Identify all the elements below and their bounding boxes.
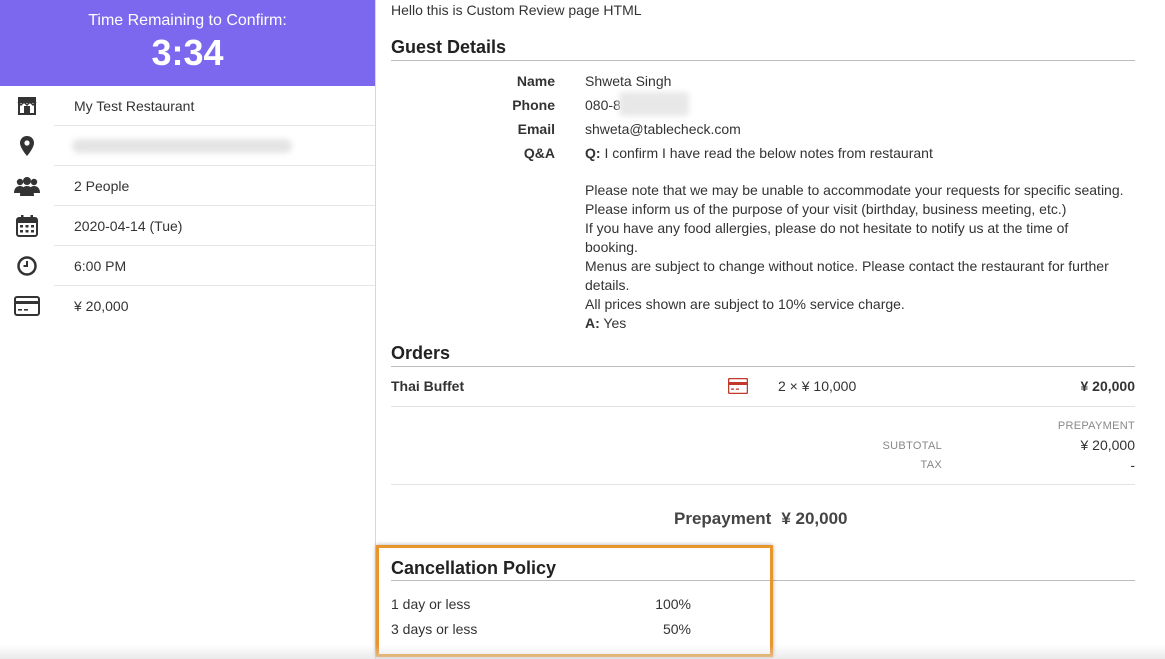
guest-phone: 080-8 — [585, 97, 621, 113]
name-label: Name — [516, 73, 555, 89]
order-item-qty: 2 × ¥ 10,000 — [778, 378, 857, 394]
time-row: 6:00 PM — [17, 246, 375, 286]
people-icon — [0, 166, 54, 206]
question-prefix: Q: — [585, 145, 601, 161]
reservation-sidebar: Time Remaining to Confirm: 3:34 My Test … — [0, 0, 376, 659]
prepayment-column-label: PREPAYMENT — [1057, 420, 1135, 432]
orders-divider — [391, 366, 1135, 367]
reservation-time: 6:00 PM — [74, 258, 127, 274]
guest-details-title: Guest Details — [391, 37, 507, 57]
cancellation-policy-highlight — [376, 545, 773, 657]
qa-label: Q&A — [523, 145, 555, 161]
custom-html-text: Hello this is Custom Review page HTML — [391, 2, 642, 18]
note-line: All prices shown are subject to 10% serv… — [585, 296, 905, 312]
question-text: I confirm I have read the below notes fr… — [604, 145, 933, 161]
note-line: Please note that we may be unable to acc… — [585, 182, 1124, 198]
guest-name: Shweta Singh — [585, 73, 672, 89]
email-label: Email — [517, 121, 555, 137]
tax-value: - — [1130, 457, 1135, 473]
note-line: Menus are subject to change without noti… — [585, 258, 1109, 293]
timer-value: 3:34 — [151, 32, 224, 73]
store-icon — [0, 86, 54, 126]
subtotal-value: ¥ 20,000 — [1080, 437, 1136, 453]
order-item-name: Thai Buffet — [391, 378, 465, 394]
timer-label: Time Remaining to Confirm: — [88, 12, 287, 29]
restaurant-name: My Test Restaurant — [74, 98, 195, 114]
address-redacted — [72, 139, 292, 153]
note-line: If you have any food allergies, please d… — [585, 220, 1069, 255]
qa-question: Q: I confirm I have read the below notes… — [585, 145, 933, 161]
prepayment-card-icon — [727, 377, 749, 399]
confirm-timer: Time Remaining to Confirm: 3:34 — [0, 0, 375, 86]
bottom-edge-shadow — [0, 645, 1165, 659]
answer-prefix: A: — [585, 315, 600, 331]
restaurant-row: My Test Restaurant — [17, 86, 375, 126]
prepayment-total: Prepayment ¥ 20,000 — [674, 509, 848, 529]
party-size: 2 People — [74, 178, 130, 194]
prepayment-total-label: Prepayment — [674, 509, 772, 528]
tax-label: TAX — [920, 459, 942, 471]
guest-email: shweta@tablecheck.com — [585, 121, 741, 137]
restaurant-notes: Please note that we may be unable to acc… — [585, 181, 1125, 333]
subtotal-label: SUBTOTAL — [882, 440, 942, 452]
phone-redacted — [619, 92, 689, 116]
address-row — [20, 126, 375, 166]
guest-details-divider — [391, 60, 1135, 61]
reservation-date: 2020-04-14 (Tue) — [74, 218, 183, 234]
totals-divider — [391, 484, 1135, 485]
note-line: Please inform us of the purpose of your … — [585, 201, 1067, 217]
reservation-price: ¥ 20,000 — [74, 298, 129, 314]
answer-text: Yes — [603, 315, 627, 331]
prepayment-total-value: ¥ 20,000 — [781, 509, 848, 528]
date-row: 2020-04-14 (Tue) — [16, 206, 375, 246]
order-item-price: ¥ 20,000 — [1080, 378, 1136, 394]
qa-answer: A: Yes — [585, 314, 1125, 333]
credit-card-icon — [0, 286, 54, 326]
order-row-divider — [391, 406, 1135, 407]
party-size-row: 2 People — [14, 166, 375, 206]
price-row: ¥ 20,000 — [14, 286, 375, 326]
phone-label: Phone — [512, 97, 555, 113]
location-pin-icon — [0, 126, 54, 166]
orders-title: Orders — [391, 343, 451, 363]
clock-icon — [0, 246, 54, 286]
calendar-icon — [0, 206, 54, 246]
